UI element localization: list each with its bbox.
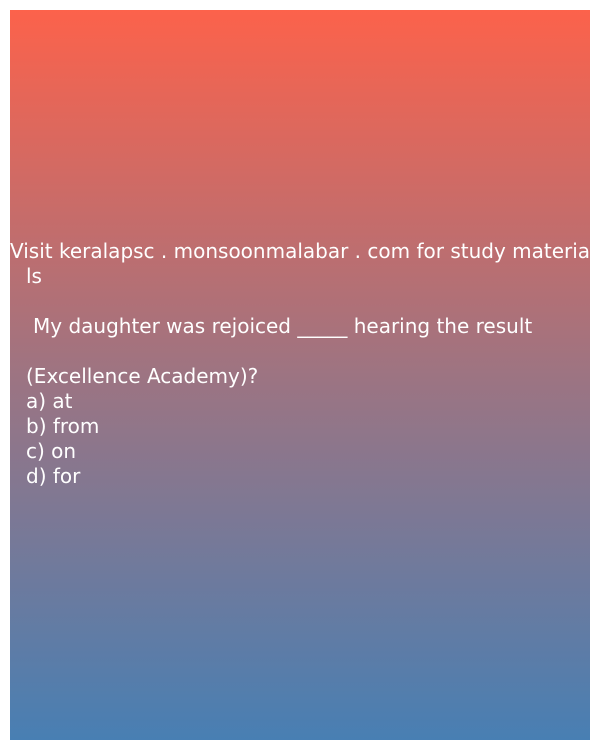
promo-line-1: Visit keralapsc . monsoonmalabar . com f… — [10, 239, 590, 263]
option-c: c) on — [10, 439, 590, 464]
option-text: from — [52, 414, 100, 438]
option-d: d) for — [10, 464, 590, 489]
promo-line-2: ls — [26, 264, 42, 288]
option-text: on — [51, 439, 77, 463]
option-text: at — [52, 389, 73, 413]
question-card: Visit keralapsc . monsoonmalabar . com f… — [10, 10, 590, 740]
option-label: c) — [26, 439, 45, 463]
question-content: Visit keralapsc . monsoonmalabar . com f… — [10, 239, 590, 489]
option-b: b) from — [10, 414, 590, 439]
option-label: a) — [26, 389, 47, 413]
question-source: (Excellence Academy)? — [26, 364, 259, 388]
option-label: b) — [26, 414, 47, 438]
question-text: My daughter was rejoiced _____ hearing t… — [33, 314, 533, 338]
option-label: d) — [26, 464, 47, 488]
option-text: for — [52, 464, 81, 488]
option-a: a) at — [10, 389, 590, 414]
